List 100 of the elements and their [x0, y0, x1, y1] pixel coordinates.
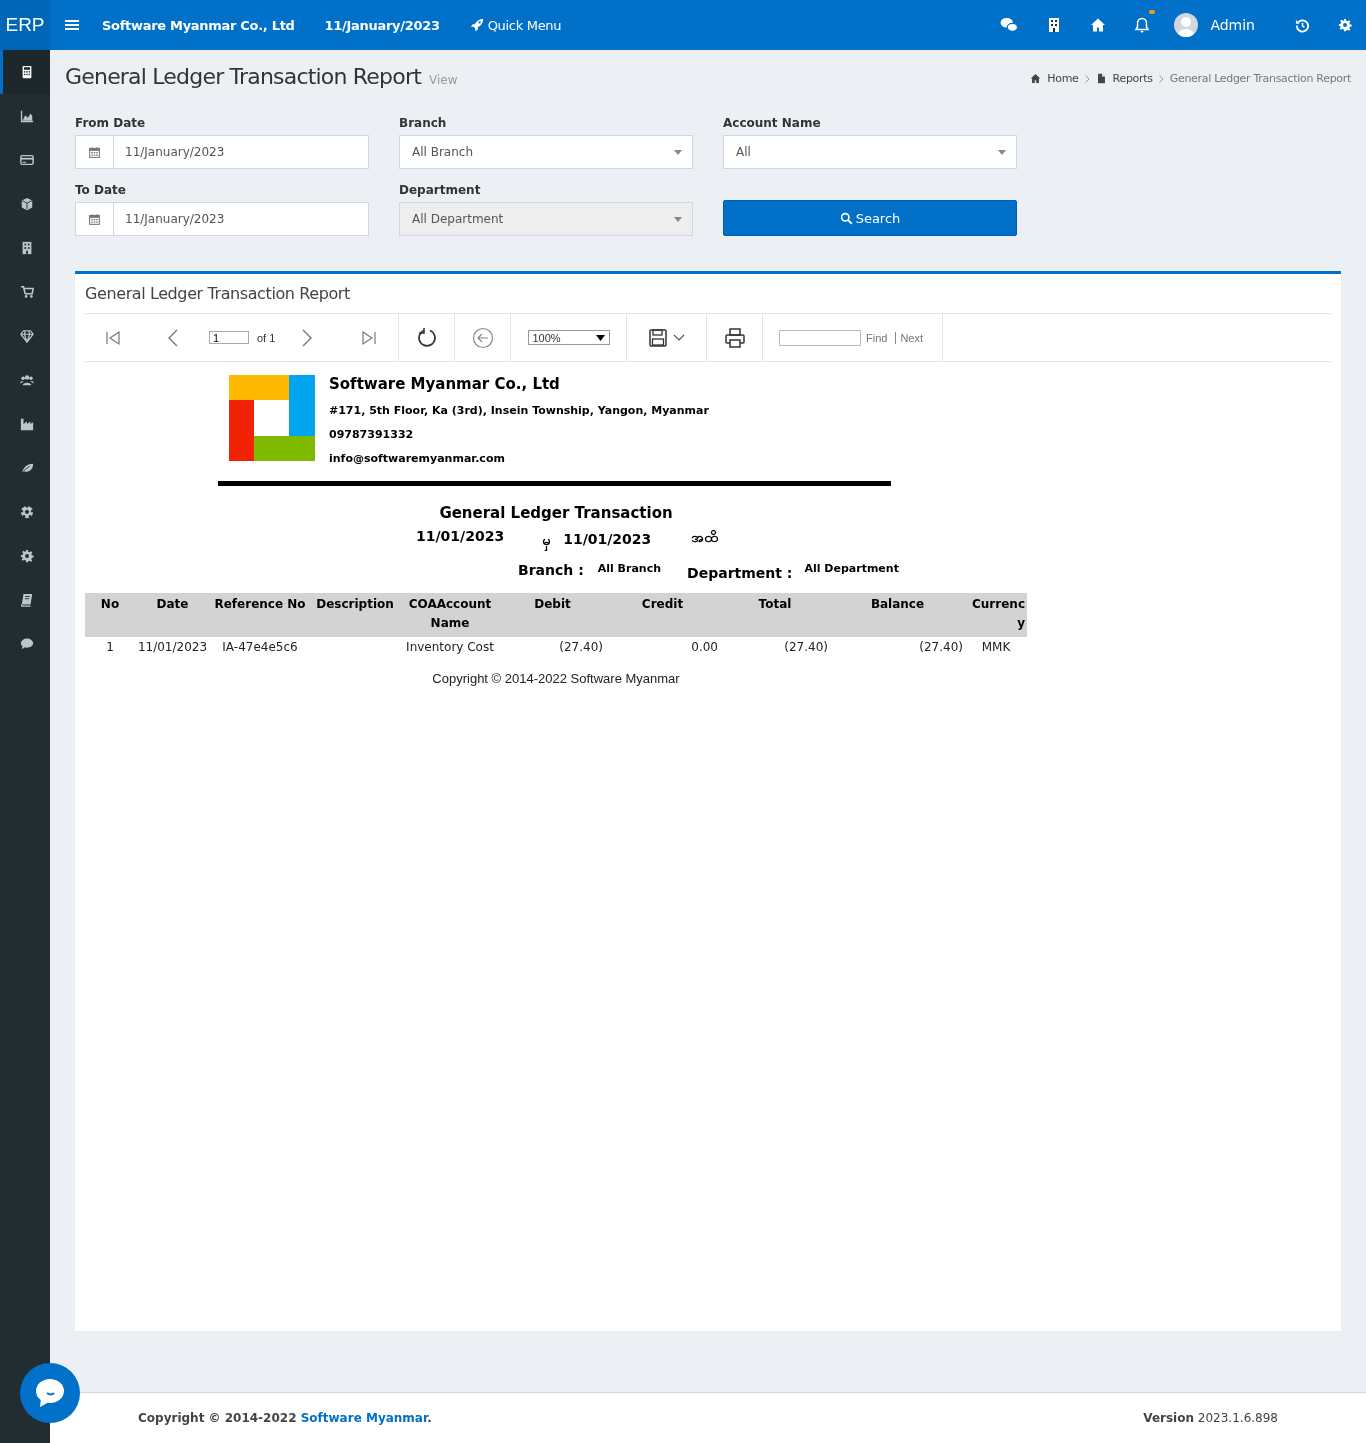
page-title: General Ledger Transaction Report: [65, 63, 421, 89]
field-label: Account Name: [723, 116, 822, 130]
report-address: #171, 5th Floor, Ka (3rd), Insein Township, Yangon, Myanmar: [329, 403, 709, 419]
caret-icon: [595, 334, 605, 341]
user-name[interactable]: Admin: [1210, 17, 1255, 33]
caret-icon: [674, 216, 682, 222]
field-label: Branch: [399, 116, 448, 130]
table-cell: 1: [85, 637, 135, 657]
date-field[interactable]: 11/January/2023: [75, 202, 369, 236]
column-header: Currency: [965, 593, 1027, 637]
menu-icon[interactable]: [64, 17, 80, 33]
calendar-icon: [88, 212, 101, 226]
dropdown[interactable]: All: [723, 135, 1017, 169]
dropdown[interactable]: All Branch: [399, 135, 693, 169]
first-page-icon[interactable]: [105, 329, 121, 346]
field-label: To Date: [75, 183, 127, 197]
current-date: 11/January/2023: [324, 17, 440, 33]
print-icon[interactable]: [724, 327, 745, 348]
chevron-icon: [1158, 74, 1164, 83]
diamond-icon: [19, 329, 34, 343]
file-icon: [1095, 73, 1107, 84]
report-company-name: Software Myanmar Co., Ltd: [329, 375, 561, 395]
next-page-icon[interactable]: [301, 328, 314, 347]
factory-icon: [19, 417, 34, 431]
report-email: info@softwaremyanmar.com: [329, 451, 506, 467]
user-avatar[interactable]: [1174, 13, 1199, 37]
table-cell: (27.40): [830, 637, 965, 657]
column-header: Reference No: [210, 593, 310, 637]
cube-icon: [19, 197, 34, 211]
quick-menu-link[interactable]: Quick Menu: [469, 17, 562, 33]
table-cell: MMK: [965, 637, 1027, 657]
home-icon: [1030, 73, 1042, 84]
column-header: No: [85, 593, 135, 637]
page-input[interactable]: 1: [209, 331, 249, 344]
chat-icon[interactable]: [1000, 16, 1019, 34]
users-icon: [19, 373, 34, 387]
column-header: Debit: [500, 593, 605, 637]
to-word: အထိ: [691, 528, 719, 547]
back-icon[interactable]: [471, 326, 494, 349]
save-icon[interactable]: [648, 328, 667, 347]
cart-icon: [19, 285, 34, 299]
caret-icon[interactable]: [672, 333, 685, 342]
field-label: Department: [399, 183, 482, 197]
home-icon[interactable]: [1090, 17, 1107, 33]
speech-bubble-icon: [19, 637, 34, 651]
caret-icon: [998, 149, 1006, 155]
gear-icon: [19, 549, 34, 563]
from-word: မှ: [542, 531, 552, 552]
table-cell: IA-47e4e5c6: [210, 637, 310, 657]
caret-icon: [674, 149, 682, 155]
branch-value: All Branch: [597, 562, 662, 575]
column-header: Description: [310, 593, 400, 637]
column-header: COAAccount Name: [400, 593, 500, 637]
column-header: Date: [135, 593, 210, 637]
table-cell: Inventory Cost: [400, 637, 500, 657]
settings-icon[interactable]: [1338, 18, 1352, 32]
date-field[interactable]: 11/January/2023: [75, 135, 369, 169]
version-text: Version 2023.1.6.898: [1143, 1411, 1278, 1425]
panel-title: General Ledger Transaction Report: [85, 274, 1331, 314]
table-cell: 0.00: [605, 637, 720, 657]
history-icon[interactable]: [1295, 17, 1310, 33]
zoom-select[interactable]: 100%: [527, 330, 610, 345]
field-label: From Date: [75, 116, 147, 130]
leaf-icon: [19, 461, 34, 475]
report-phone: 09787391332: [329, 427, 415, 443]
page-count: of 1: [257, 331, 276, 344]
last-page-icon[interactable]: [361, 329, 378, 346]
company-link[interactable]: Software Myanmar: [300, 1411, 428, 1425]
table-cell: 11/01/2023: [135, 637, 210, 657]
previous-page-icon[interactable]: [167, 328, 179, 347]
next-link[interactable]: Next: [895, 331, 924, 344]
page-subtitle: View: [429, 73, 458, 87]
breadcrumb-link[interactable]: Reports: [1112, 72, 1153, 85]
table-cell: (27.40): [500, 637, 605, 657]
refresh-icon[interactable]: [415, 326, 438, 349]
calendar-icon: [88, 145, 101, 159]
column-header: Credit: [605, 593, 720, 637]
area-chart-icon: [19, 109, 34, 123]
company-name: Software Myanmar Co., Ltd: [102, 17, 295, 33]
find-link[interactable]: Find: [866, 331, 888, 344]
table-cell: (27.40): [720, 637, 830, 657]
chevron-icon: [1084, 74, 1090, 83]
find-input[interactable]: [779, 329, 861, 346]
rocket-icon: [469, 18, 484, 32]
book-icon: [19, 593, 34, 607]
report-copyright: Copyright © 2014-2022 Software Myanmar: [431, 671, 681, 686]
sidebar-item[interactable]: [0, 50, 50, 94]
search-icon: [839, 211, 853, 225]
footer-copyright: Copyright © 2014-2022 Software Myanmar.: [138, 1411, 432, 1425]
breadcrumb-link[interactable]: Home: [1047, 72, 1079, 85]
speech-bubble-icon: [36, 1379, 64, 1407]
to-date: 11/01/2023: [563, 531, 652, 547]
search-button[interactable]: Search: [723, 200, 1017, 236]
department-label: Department :: [687, 565, 793, 581]
credit-card-icon: [19, 153, 34, 167]
column-header: Balance: [830, 593, 965, 637]
report-title: General Ledger Transaction: [438, 504, 674, 522]
column-header: Total: [720, 593, 830, 637]
app-logo[interactable]: ERP: [0, 0, 50, 50]
department-value: All Department: [804, 562, 899, 575]
